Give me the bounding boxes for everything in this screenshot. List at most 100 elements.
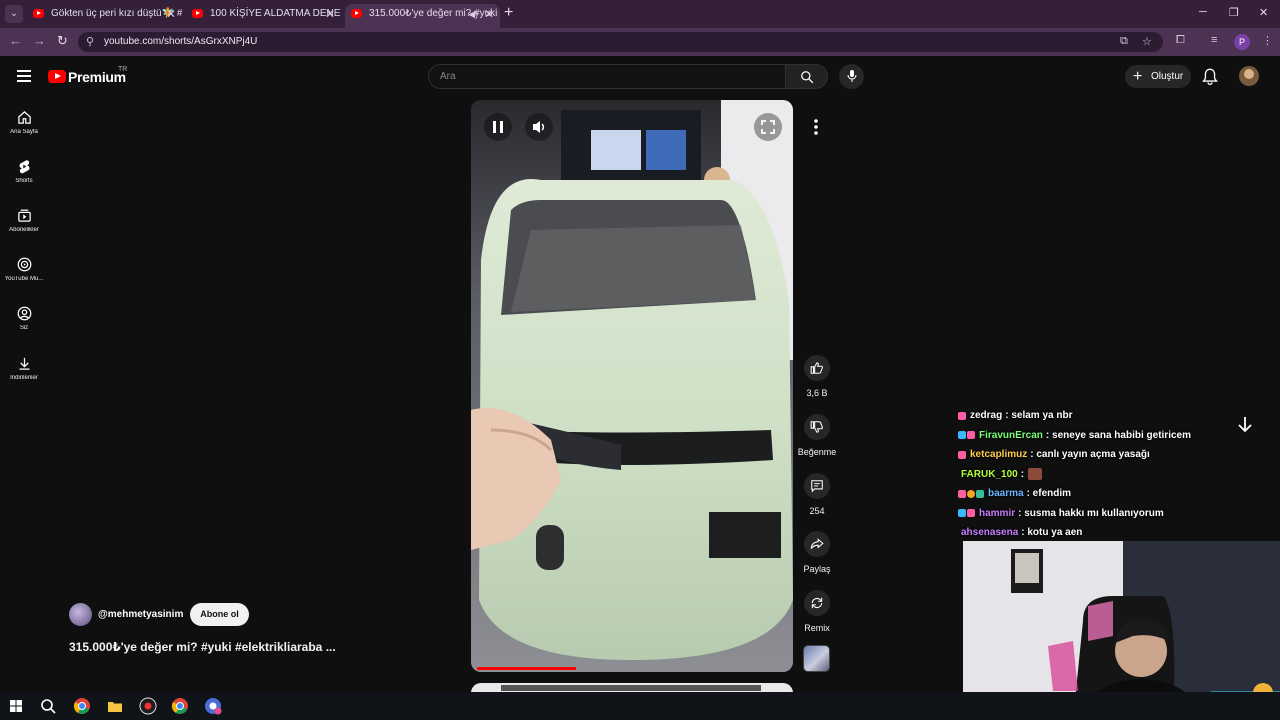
streaming-app-icon[interactable]: [139, 697, 157, 715]
chat-message: baarma : efendim: [958, 484, 1258, 504]
site-info-icon[interactable]: ⚲: [86, 35, 94, 48]
logo-country-code: TR: [118, 66, 128, 73]
chat-username: FARUK_100: [961, 468, 1018, 480]
volume-icon: [533, 121, 545, 133]
sidebar-item-downloads[interactable]: İndirilenler: [0, 356, 48, 381]
chrome-icon[interactable]: [73, 697, 91, 715]
subscribe-button[interactable]: Abone ol: [190, 603, 249, 626]
create-label: Oluştur: [1151, 71, 1184, 82]
chat-message: ahsenasena : kotu ya aen: [958, 523, 1258, 543]
forward-icon[interactable]: →: [33, 33, 46, 48]
browser-tab-3-active[interactable]: 315.000₺'ye değer mi? #yuki ◀) ✕: [345, 4, 500, 28]
more-actions-button[interactable]: [803, 114, 829, 140]
channel-name[interactable]: @mehmetyasinim: [98, 609, 183, 620]
chat-username: ketcaplimuz: [970, 449, 1028, 461]
search-placeholder: Ara: [440, 71, 456, 82]
extensions-icon[interactable]: ⧠: [1176, 34, 1185, 47]
like-button[interactable]: 3,6 B: [797, 355, 837, 398]
windows-start-icon[interactable]: [7, 697, 25, 715]
guide-menu-icon[interactable]: [17, 70, 31, 85]
video-progress-bar[interactable]: [477, 667, 576, 670]
sidebar-item-shorts[interactable]: Shorts: [0, 159, 48, 184]
sidebar-item-label: Abonelikler: [9, 227, 39, 233]
dislike-button[interactable]: Beğenme: [797, 414, 837, 457]
browser-menu-icon[interactable]: ⋮: [1262, 34, 1273, 47]
sidebar-item-you[interactable]: Siz: [0, 306, 48, 331]
channel-avatar[interactable]: [69, 603, 92, 626]
chat-badge-icon: [958, 509, 966, 518]
chat-badge-icon: [967, 431, 975, 440]
you-icon: [17, 306, 31, 321]
search-icon[interactable]: [39, 697, 57, 715]
thumbs-down-icon: [810, 421, 823, 433]
pause-button[interactable]: [484, 113, 512, 141]
new-tab-button[interactable]: +: [504, 4, 513, 22]
tab-search-button[interactable]: ⌄: [5, 5, 23, 23]
fullscreen-icon: [761, 120, 775, 134]
chat-message: hammir : susma hakkı mı kullanıyorum: [958, 504, 1258, 524]
sidebar-item-label: Siz: [19, 325, 29, 331]
minimize-icon[interactable]: ─: [1199, 6, 1207, 18]
url-field[interactable]: ⚲ youtube.com/shorts/AsGrxXNPj4U ⧉ ☆: [78, 32, 1163, 52]
close-tab-icon[interactable]: ✕: [325, 4, 335, 24]
browser-tab-2[interactable]: 100 KİŞİYE ALDATMA DENEYİ - ✕: [186, 4, 341, 28]
sidebar-item-home[interactable]: Ana Sayfa: [0, 110, 48, 135]
chat-text: : selam ya nbr: [1005, 410, 1073, 422]
search-icon: [801, 71, 814, 84]
close-tab-icon[interactable]: ✕: [166, 4, 176, 24]
notifications-button[interactable]: [1202, 68, 1218, 90]
browser-tab-strip: ⌄ Gökten üç peri kızı düştü🧚 #sh ✕ 100 K…: [0, 0, 1280, 28]
close-window-icon[interactable]: ✕: [1259, 6, 1268, 19]
chrome-active-icon[interactable]: [171, 697, 189, 715]
bookmark-star-icon[interactable]: ☆: [1142, 35, 1152, 48]
chrome-profile-icon[interactable]: [204, 697, 222, 715]
fullscreen-button[interactable]: [754, 113, 782, 141]
chat-message: zedrag : selam ya nbr: [958, 406, 1258, 426]
home-icon: [17, 111, 31, 124]
dislike-label: Beğenme: [797, 447, 837, 457]
search-input[interactable]: Ara: [428, 64, 786, 89]
reload-icon[interactable]: ↻: [57, 33, 68, 49]
remix-label: Remix: [804, 623, 830, 633]
browser-profile-avatar[interactable]: P: [1234, 34, 1250, 50]
account-avatar[interactable]: [1239, 66, 1259, 86]
short-video-player[interactable]: [471, 100, 793, 672]
sound-thumbnail[interactable]: [803, 645, 830, 672]
share-button[interactable]: Paylaş: [797, 531, 837, 574]
pause-icon: [493, 121, 503, 133]
chat-badge-icon: [967, 509, 975, 518]
sidebar-item-label: İndirilenler: [10, 375, 38, 381]
file-explorer-icon[interactable]: [106, 697, 124, 715]
short-title[interactable]: 315.000₺'ye değer mi? #yuki #elektriklia…: [69, 640, 336, 654]
create-button[interactable]: + Oluştur: [1125, 65, 1191, 88]
youtube-favicon-icon: [192, 9, 203, 18]
close-tab-icon[interactable]: ✕: [484, 4, 494, 24]
reading-list-icon[interactable]: ≡: [1211, 34, 1217, 46]
voice-search-button[interactable]: [839, 64, 864, 89]
speaker-icon[interactable]: ◀): [468, 4, 478, 24]
sidebar-item-label: Shorts: [15, 178, 33, 184]
remix-icon: [811, 597, 823, 609]
youtube-play-icon: [48, 70, 66, 83]
sidebar-item-subscriptions[interactable]: Abonelikler: [0, 208, 48, 233]
download-icon: [19, 357, 29, 370]
chat-badge-icon: [967, 489, 975, 498]
restore-icon[interactable]: ❐: [1229, 6, 1239, 19]
scroll-down-button[interactable]: [1233, 412, 1257, 436]
comments-button[interactable]: 254: [797, 473, 837, 516]
remix-button[interactable]: Remix: [797, 590, 837, 633]
share-label: Paylaş: [803, 564, 831, 574]
volume-button[interactable]: [525, 113, 553, 141]
share-icon: [810, 538, 824, 549]
sidebar-item-youtube-music[interactable]: YouTube Mu...: [0, 257, 48, 282]
back-icon[interactable]: ←: [9, 33, 22, 48]
more-vertical-icon: [814, 119, 818, 135]
cast-icon[interactable]: ⧉: [1120, 35, 1128, 48]
chat-username: ahsenasena: [961, 527, 1019, 539]
search-button[interactable]: [786, 64, 828, 89]
browser-tab-1[interactable]: Gökten üç peri kızı düştü🧚 #sh ✕: [27, 4, 182, 28]
chat-message: ketcaplimuz : canlı yayın açma yasağı: [958, 445, 1258, 465]
sidebar-item-label: Ana Sayfa: [10, 129, 38, 135]
chat-text: : susma hakkı mı kullanıyorum: [1018, 507, 1164, 519]
tab-title: 100 KİŞİYE ALDATMA DENEYİ -: [210, 8, 341, 19]
